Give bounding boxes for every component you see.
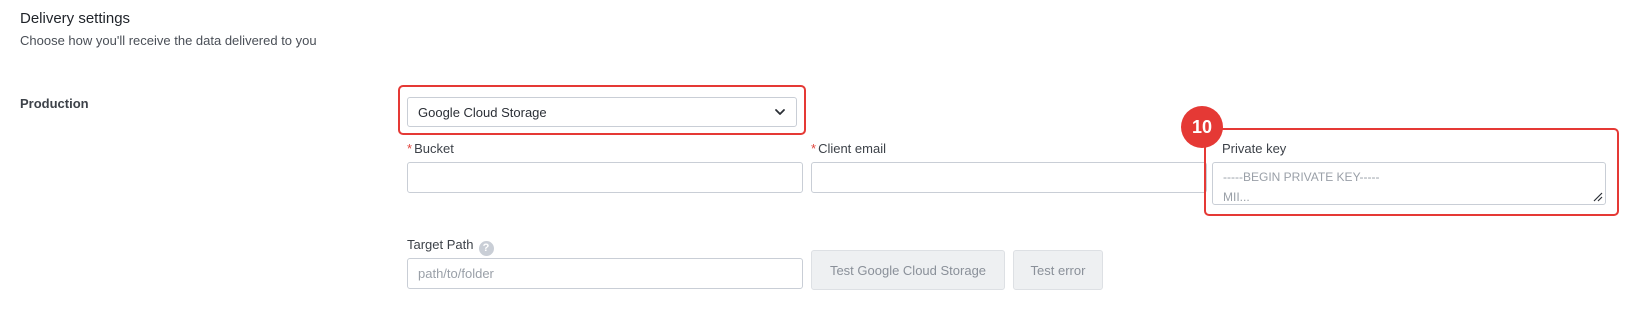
required-asterisk: * <box>407 141 413 156</box>
step-marker-badge: 10 <box>1181 106 1223 148</box>
client-email-label: * Client email <box>811 141 886 156</box>
target-path-input[interactable]: path/to/folder <box>407 258 803 289</box>
page-subtitle: Choose how you'll receive the data deliv… <box>20 33 317 48</box>
required-asterisk: * <box>811 141 817 156</box>
provider-select-value: Google Cloud Storage <box>418 104 547 120</box>
bucket-input[interactable] <box>407 162 803 193</box>
bucket-label: * Bucket <box>407 141 454 156</box>
target-path-placeholder: path/to/folder <box>418 266 494 281</box>
provider-select[interactable]: Google Cloud Storage <box>407 97 797 127</box>
help-icon[interactable]: ? <box>478 241 494 256</box>
private-key-placeholder-line2: MII... <box>1223 190 1250 204</box>
private-key-label: Private key <box>1222 141 1287 156</box>
private-key-placeholder-line1: -----BEGIN PRIVATE KEY----- <box>1223 170 1380 184</box>
section-label-production: Production <box>20 96 89 111</box>
chevron-down-icon <box>775 109 785 115</box>
page-title: Delivery settings <box>20 10 131 27</box>
target-path-label: Target Path? <box>407 237 494 256</box>
private-key-textarea[interactable]: -----BEGIN PRIVATE KEY----- MII... <box>1212 162 1606 205</box>
resize-handle-icon[interactable] <box>1593 192 1603 202</box>
test-error-button[interactable]: Test error <box>1013 250 1103 290</box>
test-storage-button[interactable]: Test Google Cloud Storage <box>811 250 1005 290</box>
client-email-input[interactable] <box>811 162 1207 193</box>
